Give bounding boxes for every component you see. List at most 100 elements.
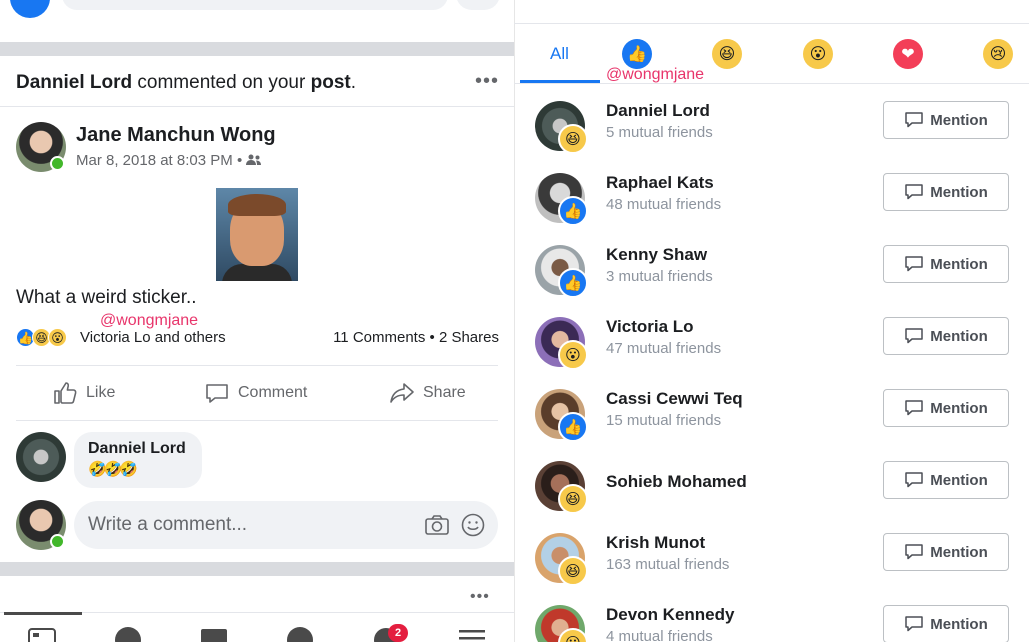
- list-item: 👍 Raphael Kats 48 mutual friends Mention: [514, 166, 1029, 238]
- wow-tab-icon[interactable]: 😮: [803, 39, 833, 69]
- mutual-friends: 15 mutual friends: [606, 412, 722, 429]
- mutual-friends: 47 mutual friends: [606, 340, 722, 357]
- person-name[interactable]: Sohieb Mohamed: [606, 472, 747, 492]
- divider: [16, 365, 498, 366]
- sticker-image[interactable]: [216, 188, 298, 281]
- mention-button[interactable]: Mention: [883, 245, 1009, 283]
- post-panel: Danniel Lord commented on your post. •••…: [0, 0, 514, 642]
- comment-bubble[interactable]: Danniel Lord 🤣🤣🤣: [74, 432, 202, 488]
- wow-reaction-icon: 😮: [558, 340, 588, 370]
- comment-button[interactable]: Comment: [204, 380, 307, 406]
- watch-icon[interactable]: [200, 626, 228, 642]
- share-button[interactable]: Share: [389, 380, 466, 406]
- section-divider: [0, 42, 514, 56]
- list-item: 👍 Kenny Shaw 3 mutual friends Mention: [514, 238, 1029, 310]
- mention-button[interactable]: Mention: [883, 605, 1009, 642]
- mention-label: Mention: [930, 255, 988, 273]
- like-label: Like: [86, 384, 116, 401]
- camera-icon[interactable]: [424, 512, 450, 538]
- mention-label: Mention: [930, 543, 988, 561]
- post-text: What a weird sticker..: [16, 287, 197, 308]
- search-bar[interactable]: [62, 0, 448, 10]
- haha-reaction-icon: 😆: [558, 124, 588, 154]
- comment-text: 🤣🤣🤣: [88, 461, 138, 478]
- meta-separator: •: [236, 152, 243, 169]
- post-meta: Mar 8, 2018 at 8:03 PM •: [76, 152, 262, 169]
- person-name[interactable]: Krish Munot: [606, 533, 705, 553]
- count-separator: •: [429, 329, 435, 346]
- notification-end: .: [350, 72, 356, 93]
- post-timestamp[interactable]: Mar 8, 2018 at 8:03 PM: [76, 152, 233, 169]
- messenger-button[interactable]: [456, 0, 500, 10]
- mention-label: Mention: [930, 615, 988, 633]
- notification-actor[interactable]: Danniel Lord: [16, 72, 132, 93]
- divider: [16, 420, 498, 421]
- like-button[interactable]: Like: [52, 380, 115, 406]
- share-label: Share: [423, 384, 466, 401]
- mention-button[interactable]: Mention: [883, 461, 1009, 499]
- mention-label: Mention: [930, 111, 988, 129]
- love-tab-icon[interactable]: ❤: [893, 39, 923, 69]
- sticker-icon[interactable]: [460, 512, 486, 538]
- news-feed-icon[interactable]: [28, 626, 56, 642]
- mutual-friends: 163 mutual friends: [606, 556, 730, 573]
- reaction-summary[interactable]: 👍 😆 😮: [16, 328, 67, 347]
- mention-button[interactable]: Mention: [883, 173, 1009, 211]
- groups-icon[interactable]: [114, 626, 142, 642]
- person-name[interactable]: Cassi Cewwi Teq: [606, 389, 743, 409]
- comment-bubble-icon: [905, 256, 923, 272]
- friends-audience-icon: [246, 154, 262, 165]
- facebook-logo-icon[interactable]: [10, 0, 50, 18]
- post-author[interactable]: Jane Manchun Wong: [76, 124, 276, 147]
- mention-button[interactable]: Mention: [883, 101, 1009, 139]
- profile-icon[interactable]: [286, 626, 314, 642]
- commenter-avatar[interactable]: [16, 432, 66, 482]
- like-tab-icon[interactable]: 👍: [622, 39, 652, 69]
- mention-button[interactable]: Mention: [883, 389, 1009, 427]
- mention-label: Mention: [930, 471, 988, 489]
- notification-object[interactable]: post: [311, 72, 351, 93]
- header-divider: [514, 23, 1029, 24]
- haha-reaction-icon: 😆: [558, 556, 588, 586]
- notification-verb: commented on your: [137, 72, 306, 93]
- haha-tab-icon[interactable]: 😆: [712, 39, 742, 69]
- person-name[interactable]: Kenny Shaw: [606, 245, 707, 265]
- comment-author[interactable]: Danniel Lord: [88, 440, 188, 458]
- more-options-icon[interactable]: •••: [475, 70, 499, 93]
- comment-label: Comment: [238, 384, 308, 401]
- person-name[interactable]: Danniel Lord: [606, 101, 710, 121]
- comment-input[interactable]: [88, 511, 408, 539]
- tabs-divider: [514, 83, 1029, 84]
- haha-reaction-icon: 😆: [558, 484, 588, 514]
- sad-tab-icon[interactable]: 😢: [983, 39, 1013, 69]
- like-reaction-icon: 👍: [558, 196, 588, 226]
- list-item: 😆 Sohieb Mohamed Mention: [514, 454, 1029, 526]
- comments-count[interactable]: 11 Comments: [333, 329, 425, 346]
- mention-label: Mention: [930, 327, 988, 345]
- comment-composer[interactable]: [74, 501, 498, 549]
- notifications-badge: 2: [388, 624, 408, 642]
- comment-bubble-icon: [905, 184, 923, 200]
- watermark: @wongmjane: [100, 312, 199, 329]
- list-item: 😮 Victoria Lo 47 mutual friends Mention: [514, 310, 1029, 382]
- menu-icon[interactable]: [458, 626, 486, 642]
- more-options-icon[interactable]: •••: [470, 588, 490, 606]
- reacted-by[interactable]: Victoria Lo and others: [80, 329, 226, 346]
- bottom-navigation: [0, 612, 514, 642]
- watermark: @wongmjane: [606, 66, 705, 83]
- person-name[interactable]: Devon Kennedy: [606, 605, 734, 625]
- person-name[interactable]: Victoria Lo: [606, 317, 694, 337]
- mention-button[interactable]: Mention: [883, 533, 1009, 571]
- mention-button[interactable]: Mention: [883, 317, 1009, 355]
- tab-all[interactable]: All: [550, 44, 569, 64]
- list-item: 👍 Cassi Cewwi Teq 15 mutual friends Ment…: [514, 382, 1029, 454]
- shares-count[interactable]: 2 Shares: [439, 329, 499, 346]
- engagement-counts: 11 Comments • 2 Shares: [333, 329, 499, 346]
- list-item: 😆 Krish Munot 163 mutual friends Mention: [514, 526, 1029, 598]
- share-arrow-icon: [390, 383, 414, 403]
- mutual-friends: 48 mutual friends: [606, 196, 722, 213]
- list-item: 😆 Danniel Lord 5 mutual friends Mention: [514, 94, 1029, 166]
- person-name[interactable]: Raphael Kats: [606, 173, 714, 193]
- active-tab-indicator: [4, 612, 82, 615]
- like-reaction-icon: 👍: [558, 412, 588, 442]
